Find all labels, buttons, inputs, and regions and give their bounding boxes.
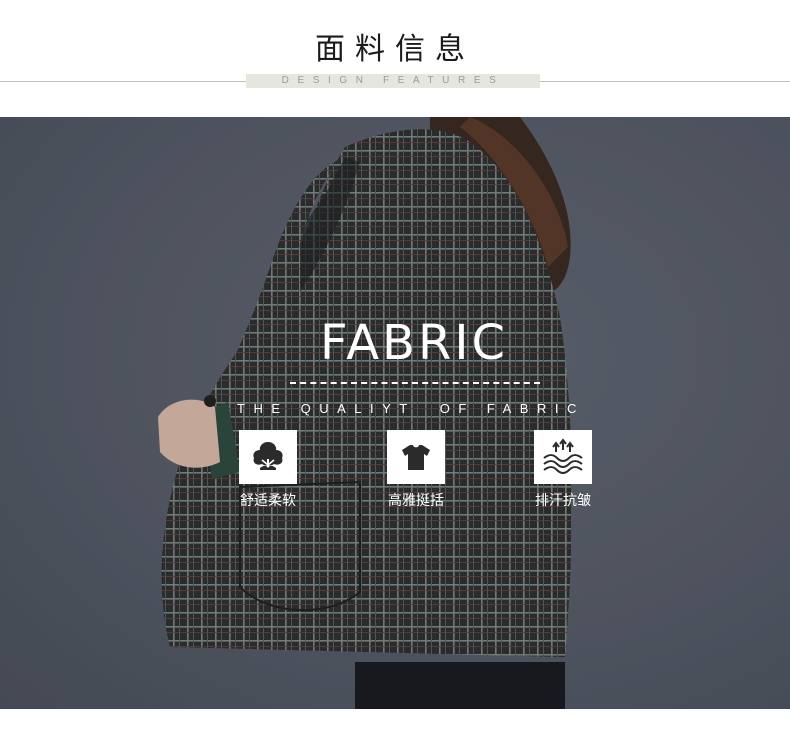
fabric-headline: FABRIC bbox=[320, 315, 508, 371]
wave-arrows-icon bbox=[534, 430, 592, 484]
tshirt-icon bbox=[387, 430, 445, 484]
section-subtitle: DESIGN FEATURES bbox=[246, 74, 540, 88]
feature-breathable: 排汗抗皱 bbox=[513, 430, 613, 510]
dashed-divider bbox=[290, 382, 540, 384]
quality-tagline: THE QUALIYT OF FABRIC bbox=[237, 401, 585, 416]
feature-crisp: 高雅挺括 bbox=[366, 430, 466, 510]
tree-icon bbox=[239, 430, 297, 484]
feature-crisp-label: 高雅挺括 bbox=[388, 493, 444, 509]
section-title: 面料信息 bbox=[315, 32, 475, 67]
feature-breathable-label: 排汗抗皱 bbox=[535, 493, 591, 509]
feature-soft-label: 舒适柔软 bbox=[240, 493, 296, 509]
fabric-banner: FABRIC THE QUALIYT OF FABRIC 舒适柔软 高雅挺括 排… bbox=[0, 117, 790, 709]
feature-soft: 舒适柔软 bbox=[218, 430, 318, 510]
